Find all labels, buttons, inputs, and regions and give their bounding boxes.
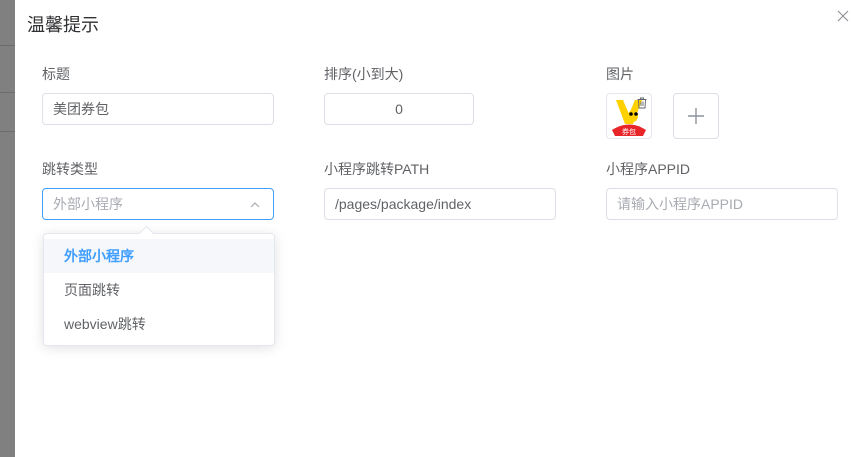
chevron-up-icon (250, 202, 260, 208)
sort-input-value: 0 (395, 101, 403, 117)
image-thumbnail[interactable]: 券包 (606, 93, 652, 139)
path-input[interactable]: /pages/package/index (324, 188, 556, 220)
backdrop-divider (0, 131, 15, 132)
modal-backdrop[interactable] (0, 0, 15, 457)
title-label: 标题 (42, 66, 70, 82)
plus-icon (688, 108, 704, 124)
close-button[interactable] (835, 8, 851, 24)
title-input[interactable]: 美团券包 (42, 93, 274, 125)
close-icon (837, 10, 849, 22)
sort-label: 排序(小到大) (324, 66, 404, 82)
title-input-value: 美团券包 (53, 101, 109, 117)
appid-input[interactable]: 请输入小程序APPID (606, 188, 838, 220)
image-label: 图片 (606, 66, 634, 82)
appid-placeholder: 请输入小程序APPID (617, 196, 744, 212)
dialog: 温馨提示 标题 美团券包 排序(小到大) 0 图片 券包 跳转类型 外部小程序 … (15, 0, 851, 457)
dialog-title: 温馨提示 (27, 15, 99, 35)
delete-icon[interactable] (636, 97, 648, 109)
dropdown-option-external-miniprogram[interactable]: 外部小程序 (44, 239, 274, 273)
jump-type-dropdown: 外部小程序 页面跳转 webview跳转 (43, 225, 275, 346)
jump-type-selected-value: 外部小程序 (53, 196, 123, 212)
jump-type-label: 跳转类型 (42, 161, 98, 177)
sort-input[interactable]: 0 (324, 93, 474, 125)
backdrop-divider (0, 45, 15, 46)
appid-label: 小程序APPID (606, 161, 691, 177)
backdrop-divider (0, 92, 15, 93)
dropdown-option-page-jump[interactable]: 页面跳转 (44, 273, 274, 307)
path-label: 小程序跳转PATH (324, 161, 430, 177)
add-image-button[interactable] (673, 93, 719, 139)
dropdown-option-webview-jump[interactable]: webview跳转 (44, 307, 274, 341)
path-input-value: /pages/package/index (335, 196, 472, 212)
thumb-caption: 券包 (622, 127, 636, 136)
jump-type-select[interactable]: 外部小程序 (42, 188, 274, 220)
